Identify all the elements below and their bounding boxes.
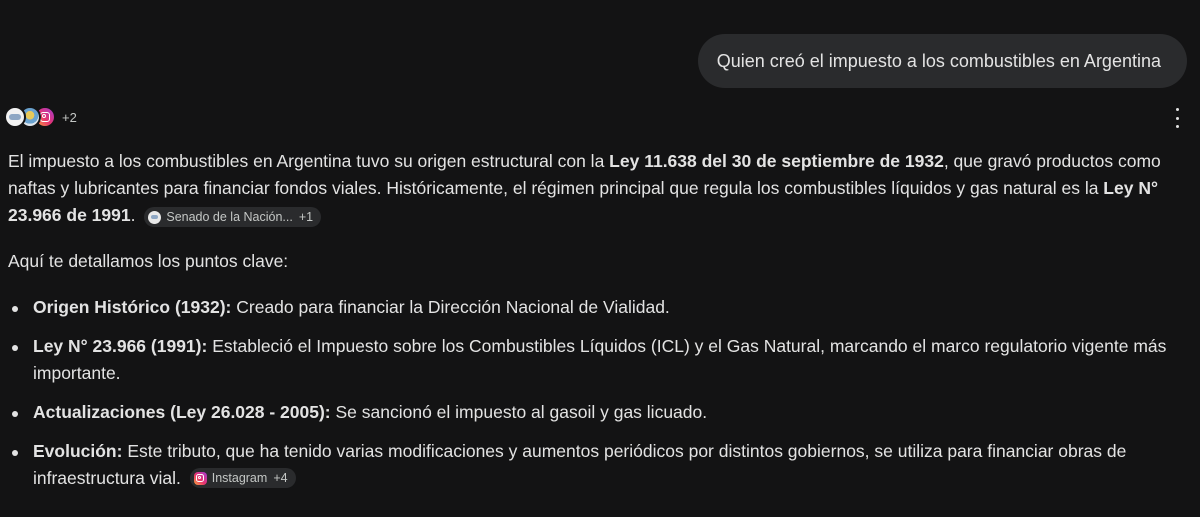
- list-item: Evolución: Este tributo, que ha tenido v…: [8, 438, 1192, 492]
- point-title: Actualizaciones (Ley 26.028 - 2005):: [33, 402, 331, 422]
- intro-text-1: El impuesto a los combustibles en Argent…: [8, 151, 610, 171]
- point-title: Origen Histórico (1932):: [33, 297, 232, 317]
- sources-button[interactable]: +2: [4, 106, 77, 128]
- chip-label: Senado de la Nación...: [166, 210, 293, 224]
- source-chip-instagram[interactable]: Instagram +4: [189, 468, 296, 488]
- intro-bold-1: Ley 11.638 del 30 de septiembre de 1932: [609, 151, 944, 171]
- answer-intro-paragraph: El impuesto a los combustibles en Argent…: [8, 148, 1192, 229]
- key-points-list: Origen Histórico (1932): Creado para fin…: [8, 294, 1192, 492]
- user-message-bubble: Quien creó el impuesto a los combustible…: [697, 34, 1187, 88]
- point-title: Ley N° 23.966 (1991):: [33, 336, 208, 356]
- point-text: Se sancionó el impuesto al gasoil y gas …: [330, 402, 708, 422]
- point-title: Evolución:: [33, 441, 123, 461]
- assistant-answer: El impuesto a los combustibles en Argent…: [8, 148, 1192, 504]
- user-message-text: Quien creó el impuesto a los combustible…: [716, 50, 1161, 71]
- answer-lead-paragraph: Aquí te detallamos los puntos clave:: [8, 251, 289, 271]
- instagram-icon: [193, 471, 207, 485]
- point-text: Creado para financiar la Dirección Nacio…: [231, 297, 670, 317]
- chip-label: Instagram: [211, 471, 268, 485]
- chip-count: +1: [298, 210, 314, 224]
- chat-page: Quien creó el impuesto a los combustible…: [0, 0, 1200, 517]
- more-vert-icon[interactable]: [1172, 108, 1182, 128]
- list-item: Actualizaciones (Ley 26.028 - 2005): Se …: [8, 399, 1192, 426]
- sources-extra-count: +2: [62, 109, 77, 125]
- list-item: Origen Histórico (1932): Creado para fin…: [8, 294, 1192, 321]
- source-chip-senado[interactable]: Senado de la Nación... +1: [144, 207, 322, 227]
- intro-text-3: .: [130, 205, 136, 225]
- list-item: Ley N° 23.966 (1991): Estableció el Impu…: [8, 333, 1192, 387]
- chip-count: +4: [273, 471, 288, 485]
- senado-icon: [4, 106, 26, 128]
- senado-icon: [148, 210, 162, 224]
